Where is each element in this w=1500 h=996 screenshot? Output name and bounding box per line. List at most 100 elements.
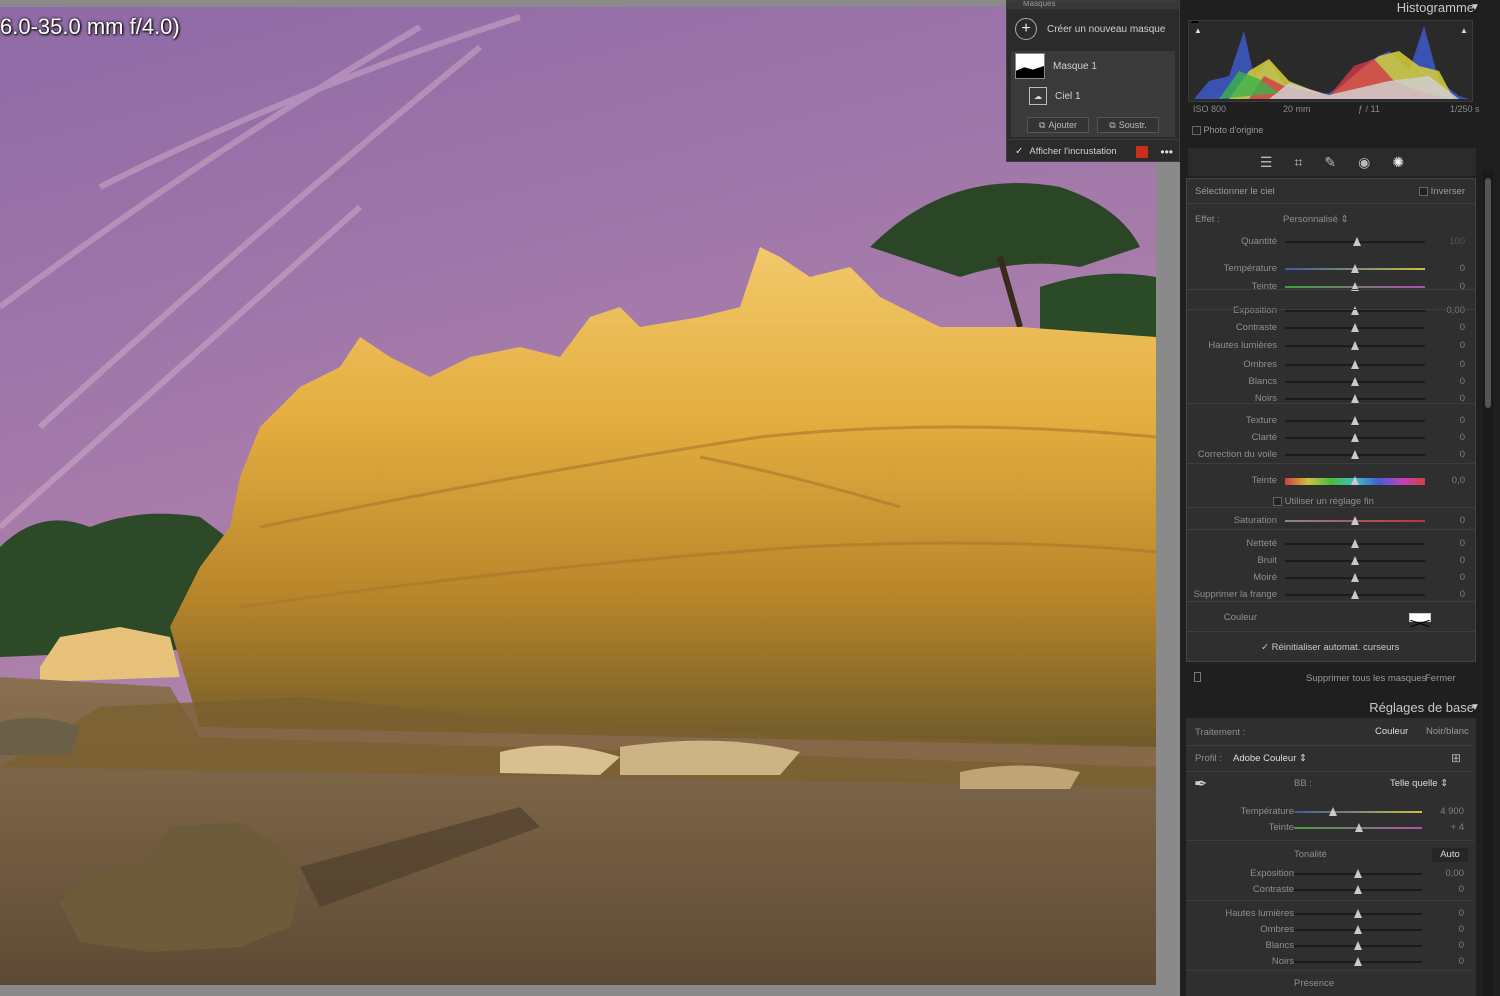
slider-value: 0 — [1459, 322, 1465, 333]
slider-knob[interactable] — [1351, 264, 1359, 273]
profile-browser-icon[interactable]: ⊞ — [1451, 751, 1461, 765]
panel-switch-icon[interactable] — [1194, 672, 1201, 682]
slider-knob[interactable] — [1355, 823, 1363, 832]
reset-checkbox[interactable]: ✓ — [1261, 642, 1269, 653]
slider-knob[interactable] — [1351, 433, 1359, 442]
red-eye-icon[interactable]: ◉ — [1358, 154, 1370, 171]
slider-track[interactable] — [1294, 811, 1422, 813]
masking-icon[interactable]: ✺ — [1392, 154, 1404, 171]
mask-slider-row[interactable]: Texture 0 — [1187, 413, 1475, 429]
add-button[interactable]: ⧉ Ajouter — [1027, 117, 1089, 133]
treatment-bw-button[interactable]: Noir/blanc — [1426, 726, 1469, 737]
reset-sliders-toggle[interactable]: ✓ Réinitialiser automat. curseurs — [1261, 642, 1399, 653]
slider-knob[interactable] — [1354, 869, 1362, 878]
slider-knob[interactable] — [1351, 516, 1359, 525]
mask-slider-row[interactable]: Noirs 0 — [1187, 391, 1475, 407]
treatment-color-button[interactable]: Couleur — [1375, 726, 1408, 737]
panel-scrollbar[interactable] — [1483, 170, 1493, 996]
slider-knob[interactable] — [1351, 556, 1359, 565]
create-mask-button[interactable]: + Créer un nouveau masque — [1007, 13, 1179, 45]
original-photo-toggle[interactable]: Photo d'origine — [1192, 125, 1263, 136]
slider-knob[interactable] — [1354, 885, 1362, 894]
mask-slider-row[interactable]: Blancs 0 — [1187, 374, 1475, 390]
healing-icon[interactable]: ✎ — [1324, 154, 1336, 171]
auto-button[interactable]: Auto — [1432, 848, 1468, 862]
slider-knob[interactable] — [1354, 925, 1362, 934]
plus-icon: + — [1015, 18, 1037, 40]
slider-knob[interactable] — [1351, 341, 1359, 350]
basic-title: Réglages de base — [1369, 700, 1474, 715]
mask-item-1[interactable]: Masque 1 — [1011, 51, 1175, 81]
slider-knob[interactable] — [1351, 394, 1359, 403]
more-options-icon[interactable]: ••• — [1160, 145, 1173, 159]
slider-knob[interactable] — [1351, 360, 1359, 369]
slider-knob[interactable] — [1353, 237, 1361, 246]
slider-knob[interactable] — [1351, 450, 1359, 459]
slider-knob[interactable] — [1351, 416, 1359, 425]
mask-slider-row[interactable]: Moiré 0 — [1187, 570, 1475, 586]
mask-slider-row[interactable]: Température 0 — [1187, 261, 1475, 277]
slider-knob[interactable] — [1351, 323, 1359, 332]
component-sky[interactable]: ☁ Ciel 1 — [1011, 81, 1175, 111]
mask-slider-row[interactable]: Saturation 0 — [1187, 513, 1475, 529]
tone-slider-row[interactable]: Noirs 0 — [1186, 954, 1474, 970]
shadow-clip-icon[interactable]: ▲ — [1194, 26, 1202, 35]
slider-knob[interactable] — [1351, 377, 1359, 386]
delete-all-masks-button[interactable]: Supprimer tous les masques — [1306, 673, 1426, 684]
tone-slider-row[interactable]: Contraste 0 — [1186, 882, 1474, 898]
fine-tune-toggle[interactable]: Utiliser un réglage fin — [1273, 496, 1374, 507]
invert-toggle[interactable]: Inverser — [1419, 186, 1465, 197]
tone-slider-row[interactable]: Hautes lumières 0 — [1186, 906, 1474, 922]
original-checkbox[interactable] — [1192, 126, 1201, 136]
slider-knob[interactable] — [1354, 941, 1362, 950]
dropdown-arrows-icon: ⇕ — [1299, 753, 1307, 764]
masks-panel-title[interactable]: Masques — [1007, 1, 1179, 9]
photo-preview[interactable] — [0, 7, 1156, 985]
wb-dropdown[interactable]: Telle quelle ⇕ — [1390, 778, 1448, 789]
mask-slider-row[interactable]: Contraste 0 — [1187, 320, 1475, 336]
scrollbar-thumb[interactable] — [1485, 178, 1491, 408]
mask-slider-row[interactable]: Bruit 0 — [1187, 553, 1475, 569]
crop-icon[interactable]: ⌗ — [1294, 154, 1302, 171]
color-swatch-none[interactable] — [1409, 613, 1431, 628]
slider-knob[interactable] — [1329, 807, 1337, 816]
profile-dropdown[interactable]: Adobe Couleur ⇕ — [1233, 753, 1307, 764]
mask-slider-row[interactable]: Netteté 0 — [1187, 536, 1475, 552]
histogram-header[interactable]: Histogramme — [1397, 0, 1474, 15]
mask-slider-row[interactable]: Correction du voile 0 — [1187, 447, 1475, 463]
subtract-button[interactable]: ⧉ Soustr. — [1097, 117, 1159, 133]
slider-knob[interactable] — [1351, 476, 1359, 485]
effect-dropdown[interactable]: Personnalisé ⇕ — [1283, 214, 1349, 225]
mask-slider-row[interactable]: Exposition 0,00 — [1187, 303, 1475, 319]
fine-tune-checkbox[interactable] — [1273, 496, 1282, 506]
mask-slider-row[interactable]: Teinte 0 — [1187, 279, 1475, 295]
eyedropper-icon[interactable]: ✒ — [1194, 774, 1220, 800]
slider-knob[interactable] — [1351, 573, 1359, 582]
slider-amount[interactable]: Quantité 100 — [1187, 234, 1475, 250]
invert-checkbox[interactable] — [1419, 186, 1429, 196]
overlay-color-swatch[interactable] — [1136, 145, 1149, 158]
histogram-title: Histogramme — [1396, 0, 1474, 15]
dropdown-arrows-icon: ⇕ — [1440, 778, 1449, 789]
basic-tint-slider[interactable]: Teinte + 4 — [1186, 820, 1474, 836]
slider-knob[interactable] — [1351, 306, 1359, 315]
overlay-checkbox[interactable]: ✓ — [1015, 146, 1023, 157]
edit-sliders-icon[interactable]: ☰ — [1260, 154, 1273, 171]
slider-knob[interactable] — [1354, 909, 1362, 918]
mask-slider-row[interactable]: Ombres 0 — [1187, 357, 1475, 373]
basic-header[interactable]: Réglages de base — [1369, 700, 1474, 715]
slider-knob[interactable] — [1354, 957, 1362, 966]
collapse-triangle-icon[interactable]: ▼ — [1470, 2, 1480, 13]
tone-slider-row[interactable]: Blancs 0 — [1186, 938, 1474, 954]
histogram[interactable] — [1188, 17, 1473, 102]
slider-knob[interactable] — [1351, 590, 1359, 599]
close-button[interactable]: Fermer — [1425, 673, 1456, 684]
slider-knob[interactable] — [1351, 539, 1359, 548]
highlight-clip-icon[interactable]: ▲ — [1460, 26, 1468, 35]
tone-slider-row[interactable]: Exposition 0,00 — [1186, 866, 1474, 882]
tone-slider-row[interactable]: Ombres 0 — [1186, 922, 1474, 938]
mask-slider-row[interactable]: Hautes lumières 0 — [1187, 338, 1475, 354]
mask-slider-row[interactable]: Teinte 0,0 — [1187, 473, 1475, 489]
basic-temp-slider[interactable]: Température 4 900 — [1186, 804, 1474, 820]
mask-slider-row[interactable]: Clarté 0 — [1187, 430, 1475, 446]
